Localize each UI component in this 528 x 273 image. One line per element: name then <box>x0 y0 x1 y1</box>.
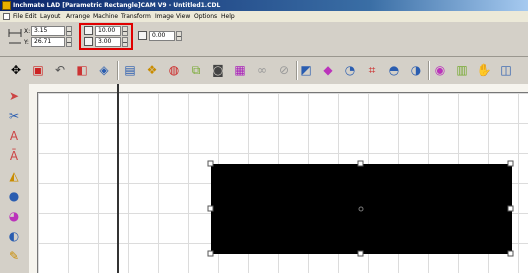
undo-icon[interactable]: ↶ <box>52 62 68 78</box>
weld-icon[interactable]: ◓ <box>386 62 402 78</box>
x-label: X: <box>24 28 31 35</box>
position-y-spinner[interactable] <box>66 37 72 47</box>
map-icon[interactable]: ◫ <box>498 62 514 78</box>
menu-bar: File Edit Layout Arrange Machine Transfo… <box>0 11 528 22</box>
menu-transform[interactable]: Transform <box>121 11 151 22</box>
selected-rectangle[interactable] <box>205 158 521 262</box>
position-y-icon <box>9 42 21 44</box>
resize-handle-bl <box>207 250 214 257</box>
toolbar-separator <box>428 61 430 80</box>
corner-radius-spinner[interactable] <box>176 31 182 41</box>
position-icon <box>8 29 22 37</box>
node-icon[interactable]: ◆ <box>320 62 336 78</box>
fill-tool-icon[interactable]: ◐ <box>6 228 22 244</box>
link-icon[interactable]: ∞ <box>254 62 270 78</box>
height-icon <box>84 37 93 46</box>
camera-icon[interactable]: ◙ <box>210 62 226 78</box>
resize-handle-left <box>207 205 214 212</box>
menu-layout[interactable]: Layout <box>40 11 60 22</box>
menu-options[interactable]: Options <box>194 11 217 22</box>
hands-icon[interactable]: ✋ <box>476 62 492 78</box>
pencil-tool-icon[interactable]: ✎ <box>6 248 22 264</box>
color-icon[interactable]: ◉ <box>432 62 448 78</box>
position-y-field[interactable]: 26.71 <box>31 37 65 47</box>
text-fit-tool-icon[interactable]: Ā <box>6 148 22 164</box>
y-label: Y: <box>24 39 29 46</box>
app-icon[interactable] <box>2 1 11 10</box>
vertical-ruler[interactable] <box>29 92 38 273</box>
book-icon[interactable]: ▤ <box>122 62 138 78</box>
menu-image[interactable]: Image <box>155 11 174 22</box>
menu-help[interactable]: Help <box>221 11 235 22</box>
shape-icon[interactable]: ◧ <box>74 62 90 78</box>
brush-tool-icon[interactable]: ◕ <box>6 208 22 224</box>
group-icon[interactable]: ❖ <box>144 62 160 78</box>
document-icon[interactable] <box>3 13 10 20</box>
crosshair-icon[interactable]: ✥ <box>8 62 24 78</box>
resize-handle-tr <box>507 160 514 167</box>
text-tool-icon[interactable]: A <box>6 128 22 144</box>
shape-tool-icon[interactable]: ◭ <box>6 168 22 184</box>
circle-tool-icon[interactable]: ● <box>6 188 22 204</box>
height-spinner[interactable] <box>122 37 128 47</box>
knife-tool-icon[interactable]: ✂ <box>6 108 22 124</box>
title-bar: Inchmate LAD [Parametric Rectangle]CAM V… <box>0 0 528 11</box>
toolbar-separator <box>117 61 119 80</box>
resize-handle-top <box>357 160 364 167</box>
align-icon[interactable]: ◩ <box>298 62 314 78</box>
arrow-tool-icon[interactable]: ➤ <box>6 88 22 104</box>
horizontal-ruler[interactable] <box>29 84 528 93</box>
page-border-line <box>117 84 119 273</box>
window-title: Inchmate LAD [Parametric Rectangle]CAM V… <box>13 2 221 9</box>
width-field[interactable]: 10.00 <box>95 26 121 36</box>
chart-icon[interactable]: ▥ <box>454 62 470 78</box>
corner-radius-icon <box>138 31 147 40</box>
copy-icon[interactable]: ⧉ <box>188 62 204 78</box>
layers-icon[interactable]: ◈ <box>96 62 112 78</box>
height-field[interactable]: 3.00 <box>95 37 121 47</box>
resize-handle-right <box>507 205 514 212</box>
unlink-icon[interactable]: ⊘ <box>276 62 292 78</box>
position-x-spinner[interactable] <box>66 26 72 36</box>
new-icon[interactable]: ▣ <box>30 62 46 78</box>
frame-icon[interactable]: ▦ <box>232 62 248 78</box>
width-icon <box>84 26 93 35</box>
menu-view[interactable]: View <box>176 11 190 22</box>
menu-arrange[interactable]: Arrange <box>66 11 90 22</box>
main-toolbar: ✥ ▣ ↶ ◧ ◈ ▤ ❖ ◍ ⧉ ◙ ▦ ∞ ⊘ ◩ ◆ ◔ ⌗ ◓ ◑ ◉ … <box>0 57 528 84</box>
resize-handle-br <box>507 250 514 257</box>
resize-handle-tl <box>207 160 214 167</box>
menu-edit[interactable]: Edit <box>25 11 37 22</box>
menu-file[interactable]: File <box>13 11 23 22</box>
grid-icon[interactable]: ⌗ <box>364 62 380 78</box>
position-x-field[interactable]: 3.15 <box>31 26 65 36</box>
node-edit-icon[interactable]: ◑ <box>408 62 424 78</box>
toolbox: ➤ ✂ A Ā ◭ ● ◕ ◐ ✎ <box>0 84 30 273</box>
menu-machine[interactable]: Machine <box>93 11 118 22</box>
select-icon[interactable]: ◔ <box>342 62 358 78</box>
property-bar: X: 3.15 Y: 26.71 10.00 3.00 0.00 <box>0 22 528 57</box>
corner-radius-field[interactable]: 0.00 <box>149 31 175 41</box>
resize-handle-bottom <box>357 250 364 257</box>
bucket-icon[interactable]: ◍ <box>166 62 182 78</box>
width-spinner[interactable] <box>122 26 128 36</box>
